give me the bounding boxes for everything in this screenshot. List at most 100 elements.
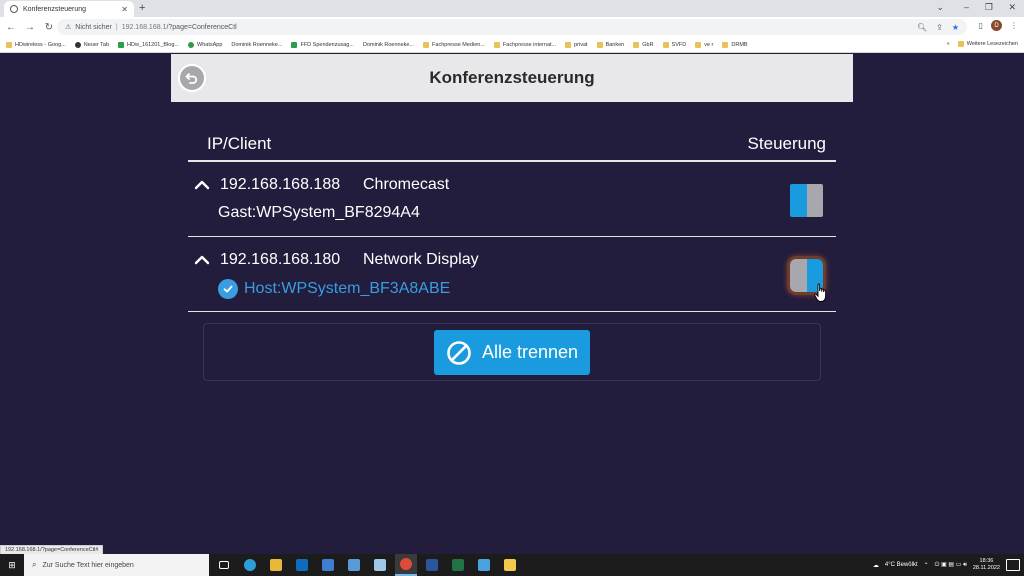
outlook-icon[interactable] (291, 554, 313, 576)
toggle-left-half (790, 184, 807, 217)
browser-tab[interactable]: Konferenzsteuerung ✕ (4, 1, 134, 17)
bookmark-item[interactable]: SVFD (662, 41, 686, 48)
excel-icon[interactable] (447, 554, 469, 576)
warning-icon: ⚠ (65, 24, 72, 31)
client-ip: 192.168.168.180 (220, 251, 341, 268)
bookmarks-bar: HDwireless - Goog... Neuer Tab HDw_16120… (0, 37, 1024, 53)
folder-icon (6, 41, 12, 48)
back-arrow-icon[interactable]: ← (3, 22, 19, 33)
app-icon[interactable] (317, 554, 339, 576)
disconnect-all-label: Alle trennen (481, 342, 579, 362)
chevron-down-icon[interactable]: ⌄ (936, 2, 944, 13)
table-row: 192.168.168.180 Network Display Host:WPS… (188, 237, 836, 312)
bookmark-item[interactable]: FFD Spendenzusag... (291, 41, 354, 48)
check-circle-icon (218, 279, 238, 299)
back-button[interactable] (178, 64, 206, 92)
bookmark-item[interactable]: Fachpresse internat... (493, 41, 556, 48)
folder-icon (565, 41, 572, 48)
control-toggle[interactable] (790, 184, 823, 217)
notification-icon[interactable] (1006, 559, 1020, 571)
bookmark-item[interactable]: WhatsApp (188, 41, 222, 48)
avatar[interactable]: D (991, 20, 1002, 31)
forward-arrow-icon[interactable]: → (22, 22, 38, 33)
bookmark-item[interactable]: ve r (695, 41, 713, 48)
chrome-icon[interactable] (395, 554, 417, 576)
folder-icon (633, 41, 640, 48)
bookmark-item[interactable]: Dominik Roenneke... (231, 42, 282, 48)
paint-icon[interactable] (473, 554, 495, 576)
bookmark-item[interactable]: Dominik Roenneke... (363, 42, 414, 48)
bookmarks-more-icon[interactable]: » (947, 41, 950, 47)
address-bar[interactable]: ⚠ Nicht sicher | 192.168.168.1 /?page=Co… (57, 19, 967, 35)
bookmark-item[interactable]: DRMB (722, 41, 748, 48)
minimize-icon[interactable]: – (964, 2, 969, 12)
actions-panel: Alle trennen (203, 323, 821, 381)
ban-icon (447, 340, 471, 365)
chevron-up-icon[interactable] (194, 252, 210, 268)
client-type: Chromecast (363, 176, 450, 193)
bookmark-item[interactable]: HDw_161201_Blog... (118, 41, 179, 48)
clock[interactable]: 18:36 28.11.2022 (973, 558, 1000, 572)
clock-date: 28.11.2022 (972, 565, 1000, 571)
edge-icon[interactable] (239, 554, 261, 576)
new-tab-icon[interactable]: + (139, 2, 145, 14)
close-icon[interactable]: ✕ (121, 5, 128, 14)
bookmark-item[interactable]: Fachpresse Medien... (423, 41, 485, 48)
folder-icon (722, 41, 729, 48)
url-host: 192.168.168.1 (121, 23, 167, 31)
bookmark-item[interactable]: privat (565, 41, 588, 48)
search-placeholder: Zur Suche Text hier eingeben (42, 561, 134, 569)
photos-icon[interactable] (343, 554, 365, 576)
sidepanel-icon[interactable]: ▯ (979, 21, 983, 30)
tab-title: Konferenzsteuerung (23, 5, 87, 13)
bookmark-item[interactable]: Neuer Tab (74, 41, 109, 48)
folder-icon (695, 41, 702, 48)
column-header-control: Steuerung (747, 134, 826, 153)
bookmark-item[interactable]: GbR (633, 41, 654, 48)
url-path: /?page=ConferenceCtl (166, 23, 237, 31)
security-warning: Nicht sicher (75, 23, 112, 31)
clock-time: 18:36 (979, 558, 994, 564)
client-type: Network Display (363, 251, 479, 268)
browser-toolbar: ← → ↻ ⚠ Nicht sicher | 192.168.168.1 /?p… (0, 17, 1024, 37)
close-window-icon[interactable]: ✕ (1008, 2, 1016, 13)
taskbar-search[interactable]: ⌕ Zur Suche Text hier eingeben (24, 554, 209, 576)
other-bookmarks[interactable]: Weitere Lesezeichen (957, 41, 1018, 47)
folder-icon (662, 41, 669, 48)
bookmark-icon (74, 41, 81, 48)
disconnect-all-button[interactable]: Alle trennen (434, 330, 590, 375)
search-icon: ⌕ (32, 560, 37, 569)
word-icon[interactable] (421, 554, 443, 576)
notepad-icon[interactable] (369, 554, 391, 576)
tray-icons[interactable]: ⏻ ▣ ▤ ▭ 🔊︎ (935, 561, 967, 569)
folder-icon (493, 41, 500, 48)
share-icon[interactable]: ⇪ (936, 23, 943, 32)
app-header: Konferenzsteuerung (171, 54, 853, 102)
system-tray: ☁ 4°C Bewölkt ⌃ ⏻ ▣ ▤ ▭ 🔊︎ 18:36 28.11.2… (873, 554, 1024, 576)
windows-start-icon[interactable]: ⊞ (0, 554, 24, 576)
restore-icon[interactable]: ❐ (985, 2, 993, 13)
weather-text[interactable]: 4°C Bewölkt (885, 562, 918, 568)
bookmark-item[interactable]: HDwireless - Goog... (6, 41, 66, 48)
reload-icon[interactable]: ↻ (41, 22, 57, 33)
star-icon[interactable]: ★ (952, 23, 959, 32)
menu-icon[interactable]: ⋮ (1010, 21, 1018, 30)
chevron-up-icon[interactable]: ⌃ (924, 562, 929, 569)
task-view-icon[interactable] (213, 554, 235, 576)
taskbar: ⊞ ⌕ Zur Suche Text hier eingeben ☁ 4°C B… (0, 554, 1024, 576)
zoom-icon[interactable]: 🔍︎ (917, 23, 927, 32)
column-header-client: IP/Client (207, 134, 272, 153)
table-row: 192.168.168.188 Chromecast Gast:WPSystem… (188, 162, 836, 237)
client-name: Gast:WPSystem_BF8294A4 (218, 204, 420, 221)
bookmark-item[interactable]: Banken (596, 41, 624, 48)
client-ip: 192.168.168.188 (220, 176, 341, 193)
separator: | (115, 23, 118, 31)
host-label: Host:WPSystem_BF3A8ABE (244, 280, 451, 297)
chevron-up-icon[interactable] (194, 177, 210, 193)
globe-icon (10, 5, 18, 13)
whatsapp-icon (188, 41, 195, 48)
cloud-icon: ☁ (872, 562, 879, 569)
explorer-icon[interactable] (265, 554, 287, 576)
client-table: IP/Client Steuerung 192.168.168.188 Chro… (188, 124, 836, 312)
notes-icon[interactable] (499, 554, 521, 576)
